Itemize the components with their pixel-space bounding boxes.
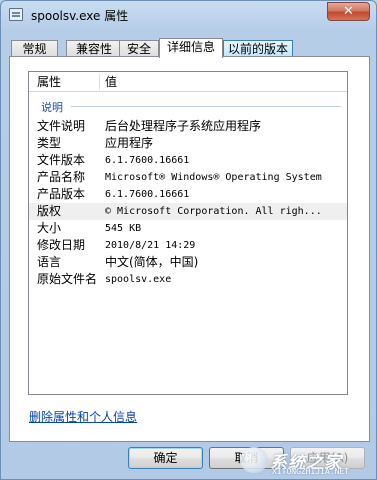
property-name: 修改日期 (37, 238, 86, 252)
close-button[interactable]: ✕ (327, 2, 370, 21)
remove-properties-link[interactable]: 删除属性和个人信息 (29, 408, 137, 425)
property-name: 版权 (37, 204, 62, 218)
property-value: 后台处理程序子系统应用程序 (105, 119, 262, 133)
tab-security[interactable]: 安全 (119, 40, 159, 57)
details-list[interactable]: 属性 值 说明 文件说明 后台处理程序子系统应用程序 类型 应用程序 文件版本 … (28, 71, 348, 395)
tab-general[interactable]: 常规 (11, 40, 58, 57)
property-name: 大小 (37, 221, 62, 235)
tab-details[interactable]: 详细信息 (159, 38, 223, 58)
title-bar[interactable]: spoolsv.exe 属性 ✕ (1, 1, 376, 29)
tab-previous-versions[interactable]: 以前的版本 (223, 40, 293, 57)
list-item[interactable]: 语言 中文(简体，中国) (29, 254, 347, 271)
property-value: © Microsoft Corporation. All righ... (105, 206, 322, 217)
property-name: 产品名称 (37, 170, 86, 184)
property-value: 2010/8/21 14:29 (105, 240, 196, 251)
property-name: 语言 (37, 255, 62, 269)
property-value: 应用程序 (105, 136, 154, 150)
property-name: 文件说明 (37, 119, 86, 133)
list-item[interactable]: 大小 545 KB (29, 220, 347, 237)
property-value: 中文(简体，中国) (105, 255, 199, 269)
tab-compatibility[interactable]: 兼容性 (66, 40, 122, 57)
list-item[interactable]: 修改日期 2010/8/21 14:29 (29, 237, 347, 254)
list-item[interactable]: 文件说明 后台处理程序子系统应用程序 (29, 118, 347, 135)
property-name: 原始文件名 (37, 272, 98, 286)
property-value: 6.1.7600.16661 (105, 189, 190, 200)
column-header-property[interactable]: 属性 (37, 72, 61, 92)
watermark-subtext: XITONGZHIJIA.NET (272, 467, 350, 476)
property-name: 产品版本 (37, 187, 86, 201)
ok-button[interactable]: 确定 (128, 447, 203, 469)
group-divider (71, 106, 341, 107)
file-icon (9, 8, 23, 21)
watermark: 系统之家 XITONGZHIJIA.NET (240, 443, 370, 477)
property-value: Microsoft® Windows® Operating System (105, 172, 322, 183)
property-value: 6.1.7600.16661 (105, 155, 190, 166)
list-item[interactable]: 产品名称 Microsoft® Windows® Operating Syste… (29, 169, 347, 186)
list-header: 属性 值 (29, 72, 347, 92)
property-name: 文件版本 (37, 153, 86, 167)
property-value: spoolsv.exe (105, 274, 172, 285)
watermark-logo-icon (240, 447, 268, 473)
properties-window: spoolsv.exe 属性 ✕ 常规 兼容性 安全 详细信息 以前的版本 属性… (0, 0, 377, 480)
property-name: 类型 (37, 136, 62, 150)
group-label-description: 说明 (41, 101, 63, 114)
property-value: 545 KB (105, 223, 142, 234)
list-item[interactable]: 文件版本 6.1.7600.16661 (29, 152, 347, 169)
list-item[interactable]: 产品版本 6.1.7600.16661 (29, 186, 347, 203)
list-item[interactable]: 类型 应用程序 (29, 135, 347, 152)
window-title: spoolsv.exe 属性 (31, 9, 129, 23)
list-item[interactable]: 版权 © Microsoft Corporation. All righ... (29, 203, 347, 220)
column-header-value[interactable]: 值 (105, 72, 117, 92)
list-item[interactable]: 原始文件名 spoolsv.exe (29, 271, 347, 288)
column-separator[interactable] (99, 74, 100, 90)
